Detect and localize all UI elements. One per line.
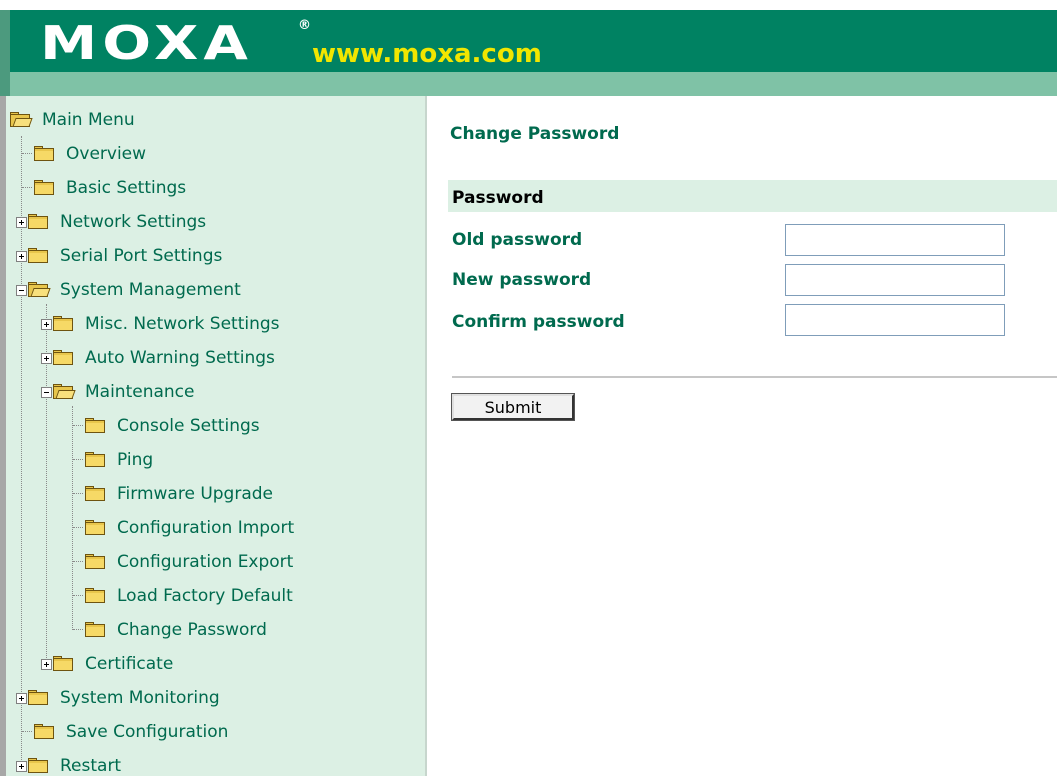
sidebar-item-basic-settings[interactable]: Basic Settings [22, 172, 186, 204]
collapse-minus-icon[interactable] [41, 386, 52, 398]
sidebar-item-certificate[interactable]: Certificate [41, 648, 173, 680]
old-password-label: Old password [452, 230, 583, 250]
confirm-password-label: Confirm password [452, 312, 625, 332]
registered-mark: ® [298, 18, 311, 33]
tree-connector [22, 153, 32, 155]
sidebar-item-label: Main Menu [42, 110, 135, 130]
sidebar-item-label: Misc. Network Settings [85, 314, 280, 334]
expand-plus-icon[interactable] [41, 658, 52, 670]
expand-plus-icon[interactable] [16, 760, 27, 772]
submit-button[interactable]: Submit [451, 393, 575, 421]
sidebar-item-system-management[interactable]: System Management [16, 274, 241, 306]
folder-icon [85, 588, 107, 604]
logo-text: MOXA [40, 16, 253, 70]
folder-icon [85, 520, 107, 536]
expand-plus-icon[interactable] [16, 216, 27, 228]
header-left-bar [0, 10, 10, 96]
sidebar-item-label: Basic Settings [66, 178, 187, 198]
sidebar-left-border [0, 96, 6, 776]
sidebar-item-ping[interactable]: Ping [73, 444, 153, 476]
folder-open-icon [53, 384, 76, 400]
sidebar-item-label: Console Settings [117, 416, 260, 436]
folder-icon [85, 486, 107, 502]
tree-connector [22, 731, 32, 733]
website-url: www.moxa.com [312, 39, 542, 69]
sidebar-item-label: Serial Port Settings [60, 246, 223, 266]
sidebar-item-serial-port-settings[interactable]: Serial Port Settings [16, 240, 222, 272]
sidebar-item-auto-warning-settings[interactable]: Auto Warning Settings [41, 342, 275, 374]
sidebar-item-label: Maintenance [85, 382, 195, 402]
old-password-field[interactable] [785, 224, 1005, 256]
folder-icon [85, 452, 107, 468]
sidebar-item-label: Network Settings [60, 212, 207, 232]
folder-icon [28, 758, 50, 774]
expand-plus-icon[interactable] [41, 352, 52, 364]
folder-icon [53, 656, 75, 672]
tree-connector [73, 527, 83, 529]
sidebar-item-label: Certificate [85, 654, 174, 674]
tree-connector [73, 561, 83, 563]
sidebar-item-label: System Monitoring [60, 688, 220, 708]
sidebar-item-label: Load Factory Default [117, 586, 293, 606]
sidebar-item-configuration-import[interactable]: Configuration Import [73, 512, 294, 544]
folder-icon [28, 690, 50, 706]
divider [452, 376, 1057, 378]
folder-icon [34, 146, 56, 162]
folder-icon [85, 554, 107, 570]
header-bottom-band [0, 72, 1057, 96]
folder-icon [85, 622, 107, 638]
folder-icon [28, 248, 50, 264]
section-title: Password [452, 188, 544, 208]
folder-icon [34, 180, 56, 196]
sidebar-item-label: Overview [66, 144, 147, 164]
sidebar-item-label: Configuration Import [117, 518, 295, 538]
sidebar-item-label: Firmware Upgrade [117, 484, 273, 504]
sidebar-item-configuration-export[interactable]: Configuration Export [73, 546, 293, 578]
sidebar-item-overview[interactable]: Overview [22, 138, 146, 170]
sidebar-item-change-password[interactable]: Change Password [73, 614, 267, 646]
tree-connector [73, 629, 83, 631]
sidebar-item-label: Change Password [117, 620, 267, 640]
sidebar-item-load-factory-default[interactable]: Load Factory Default [73, 580, 293, 612]
folder-open-icon [28, 282, 51, 298]
tree-connector [73, 459, 83, 461]
expand-plus-icon[interactable] [41, 318, 52, 330]
tree-connector [73, 493, 83, 495]
header-banner: MOXA ® www.moxa.com [0, 0, 1057, 96]
sidebar-item-firmware-upgrade[interactable]: Firmware Upgrade [73, 478, 273, 510]
sidebar-item-maintenance[interactable]: Maintenance [41, 376, 194, 408]
confirm-password-field[interactable] [785, 304, 1005, 336]
new-password-label: New password [452, 270, 592, 290]
sidebar-item-console-settings[interactable]: Console Settings [73, 410, 260, 442]
collapse-minus-icon[interactable] [16, 284, 27, 296]
sidebar-item-save-configuration[interactable]: Save Configuration [22, 716, 228, 748]
sidebar-item-label: Configuration Export [117, 552, 294, 572]
moxa-logo: MOXA ® www.moxa.com [40, 18, 542, 69]
folder-icon [34, 724, 56, 740]
sidebar-item-label: Auto Warning Settings [85, 348, 275, 368]
page-title: Change Password [450, 124, 620, 144]
folder-icon [53, 316, 75, 332]
folder-icon [85, 418, 107, 434]
sidebar-item-system-monitoring[interactable]: System Monitoring [16, 682, 220, 714]
sidebar-item-label: Save Configuration [66, 722, 229, 742]
tree-connector [73, 595, 83, 597]
sidebar-item-label: Ping [117, 450, 154, 470]
sidebar-item-label: System Management [60, 280, 241, 300]
folder-icon [28, 214, 50, 230]
sidebar-item-network-settings[interactable]: Network Settings [16, 206, 206, 238]
sidebar-item-main-menu[interactable]: Main Menu [10, 104, 135, 136]
expand-plus-icon[interactable] [16, 692, 27, 704]
sidebar-item-label: Restart [60, 756, 122, 776]
sidebar-item-restart[interactable]: Restart [16, 750, 121, 782]
sidebar-item-misc-network-settings[interactable]: Misc. Network Settings [41, 308, 280, 340]
folder-open-icon [10, 112, 33, 128]
folder-icon [53, 350, 75, 366]
tree-connector [73, 425, 83, 427]
tree-connector [22, 187, 32, 189]
new-password-field[interactable] [785, 264, 1005, 296]
expand-plus-icon[interactable] [16, 250, 27, 262]
